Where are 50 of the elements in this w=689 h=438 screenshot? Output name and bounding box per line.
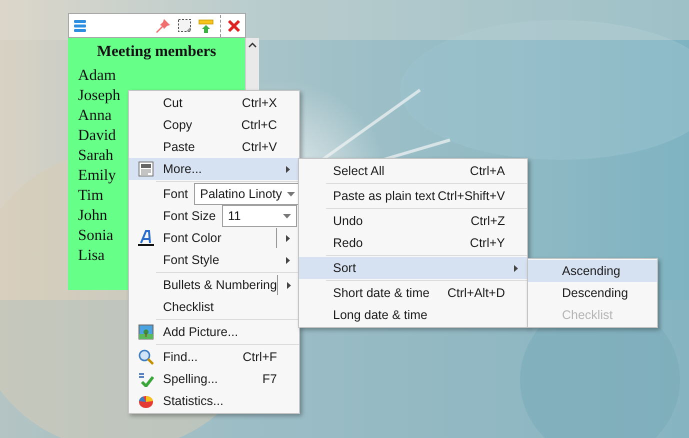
menu-item[interactable]: Add Picture... xyxy=(129,321,299,343)
menu-item[interactable]: Font Color xyxy=(129,227,299,249)
font-combo[interactable]: 11 xyxy=(222,205,297,227)
menu-item[interactable]: Ascending xyxy=(528,260,657,282)
note-line: Adam xyxy=(78,66,116,86)
note-line: Joseph xyxy=(78,86,120,106)
menu-label: Font xyxy=(163,186,188,203)
note-line: John xyxy=(78,206,108,226)
menu-item[interactable]: Undo Ctrl+Z xyxy=(299,210,527,232)
note-line: David xyxy=(78,126,116,146)
menu-item[interactable]: Bullets & Numbering xyxy=(129,274,299,296)
menu-item[interactable]: Short date & time Ctrl+Alt+D xyxy=(299,282,527,304)
menu-item[interactable]: Cut Ctrl+X xyxy=(129,92,299,114)
menu-item[interactable]: Select All Ctrl+A xyxy=(299,160,527,182)
menu-item[interactable]: Copy Ctrl+C xyxy=(129,114,299,136)
caret-icon xyxy=(287,192,296,196)
menu-item[interactable]: Sort xyxy=(299,257,527,279)
note-title: Meeting members xyxy=(96,42,218,62)
menu-item[interactable]: Statistics... xyxy=(129,390,299,412)
chart-icon xyxy=(138,393,154,409)
menu-item[interactable]: Find... Ctrl+F xyxy=(129,346,299,368)
menu-item[interactable]: Paste Ctrl+V xyxy=(129,136,299,158)
note-line: Sonia xyxy=(78,226,114,246)
menu-item[interactable]: Checklist xyxy=(129,296,299,318)
menu-item[interactable]: Spelling... F7 xyxy=(129,368,299,390)
menu-item[interactable]: Long date & time xyxy=(299,304,527,326)
note-line: Anna xyxy=(78,106,112,126)
spell-check-icon xyxy=(138,371,154,387)
pin-icon xyxy=(155,18,171,34)
text-icon xyxy=(138,161,154,177)
scroll-up-icon xyxy=(248,42,257,48)
note-line: Sarah xyxy=(78,146,114,166)
roll-up-icon xyxy=(198,18,214,34)
menu-icon xyxy=(73,18,87,32)
menu-item[interactable]: Descending xyxy=(528,282,657,304)
caret-icon xyxy=(283,214,291,218)
font-color-icon xyxy=(138,230,154,246)
picture-icon xyxy=(138,324,154,340)
menu-item[interactable]: Font Style xyxy=(129,249,299,271)
note-line: Tim xyxy=(78,186,104,206)
note-icon xyxy=(177,18,192,33)
note-line: Lisa xyxy=(78,246,105,266)
menu-item[interactable]: Paste as plain text Ctrl+Shift+V xyxy=(299,185,527,207)
menu-item[interactable]: More... xyxy=(129,158,299,180)
menu-item: Checklist xyxy=(561,306,614,324)
search-icon xyxy=(138,349,154,365)
close-icon xyxy=(227,18,241,32)
menu-label: Font Size xyxy=(163,208,216,225)
note-line: Emily xyxy=(78,166,116,186)
menu-item[interactable]: Redo Ctrl+Y xyxy=(299,232,527,254)
